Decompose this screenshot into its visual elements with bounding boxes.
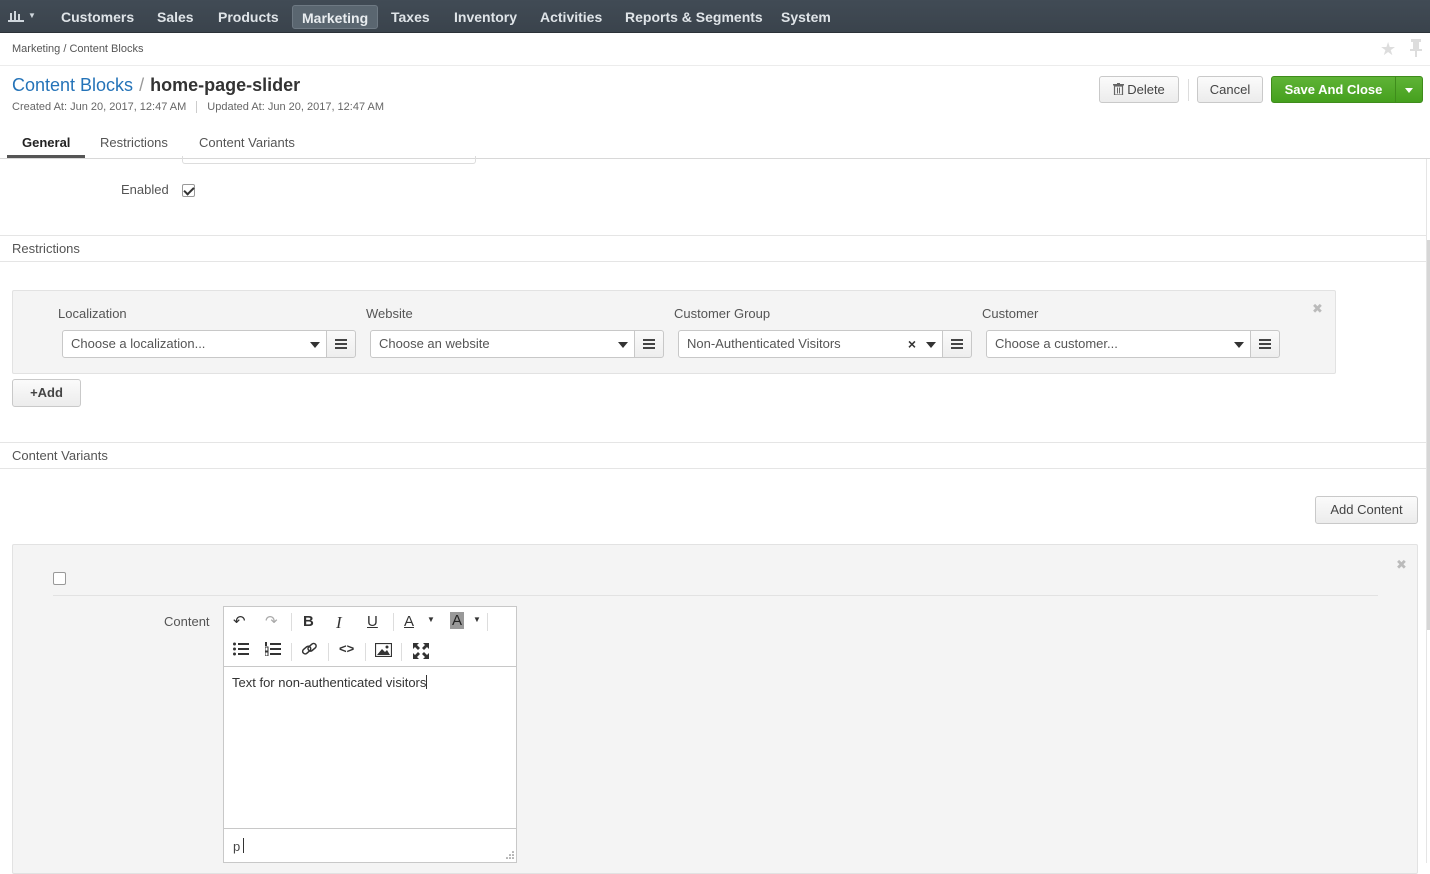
nav-taxes[interactable]: Taxes: [382, 5, 439, 29]
active-tab-indicator: [7, 155, 85, 158]
created-at: Created At: Jun 20, 2017, 12:47 AM: [12, 101, 187, 113]
updated-at: Updated At: Jun 20, 2017, 12:47 AM: [207, 101, 385, 113]
remove-variant-icon[interactable]: ✖: [1396, 557, 1407, 573]
content-label: Content: [164, 614, 210, 629]
nav-customers[interactable]: Customers: [52, 5, 143, 29]
add-label: Add: [37, 385, 63, 400]
delete-label: Delete: [1127, 82, 1165, 97]
nav-reports-segments[interactable]: Reports & Segments: [616, 5, 772, 29]
save-options-toggle[interactable]: [1395, 76, 1423, 103]
customer-group-select[interactable]: Non-Authenticated Visitors ×: [678, 330, 943, 358]
bar-chart-icon: [8, 11, 24, 22]
save-and-close-button[interactable]: Save And Close: [1271, 76, 1396, 103]
parent-link[interactable]: Content Blocks: [12, 75, 133, 95]
bold-icon[interactable]: B: [303, 613, 314, 630]
nav-system[interactable]: System: [772, 5, 840, 29]
plus-icon: +: [30, 385, 38, 400]
section-tabs: General Restrictions Content Variants: [0, 128, 1430, 159]
caret-down-icon[interactable]: ▼: [473, 615, 481, 624]
localization-label: Localization: [58, 306, 127, 321]
restrictions-section-header: Restrictions: [0, 235, 1426, 262]
star-icon[interactable]: ★: [1380, 39, 1396, 60]
title-separator: /: [139, 75, 145, 95]
editor-statusbar: p: [224, 828, 516, 862]
nav-products[interactable]: Products: [209, 5, 288, 29]
top-navigation: ▼ Customers Sales Products Marketing Tax…: [0, 0, 1430, 33]
nav-inventory[interactable]: Inventory: [445, 5, 526, 29]
caret-down-icon: [1405, 88, 1413, 94]
text-cursor: [426, 675, 428, 689]
editor-content[interactable]: Text for non-authenticated visitors: [232, 675, 428, 690]
caret-down-icon[interactable]: ▼: [427, 615, 435, 624]
statusbar-cursor: [243, 838, 244, 853]
clear-selection-icon[interactable]: ×: [908, 331, 916, 357]
add-content-button[interactable]: Add Content: [1315, 496, 1418, 524]
trash-icon: [1113, 83, 1125, 96]
record-meta: Created At: Jun 20, 2017, 12:47 AM Update…: [12, 101, 385, 114]
caret-down-icon: [1234, 342, 1244, 348]
page-header: Content Blocks / home-page-slider Created …: [0, 66, 1430, 128]
nav-sales[interactable]: Sales: [148, 5, 203, 29]
customer-group-list-button[interactable]: [942, 330, 972, 358]
customer-group-value: Non-Authenticated Visitors: [687, 336, 841, 351]
page-title: Content Blocks / home-page-slider: [12, 75, 300, 96]
localization-list-button[interactable]: [326, 330, 356, 358]
nav-marketing[interactable]: Marketing: [292, 5, 379, 29]
italic-icon[interactable]: I: [336, 613, 342, 633]
enabled-checkbox[interactable]: [182, 184, 195, 197]
add-restriction-button[interactable]: +Add: [12, 379, 81, 407]
website-label: Website: [366, 306, 413, 321]
editor-toolbar: ↶ ↷ B I U A ▼ A ▼ <>: [224, 607, 516, 667]
link-icon[interactable]: [301, 642, 318, 661]
breadcrumb-bar: Marketing / Content Blocks ★: [0, 33, 1430, 66]
bullet-list-icon[interactable]: [233, 642, 249, 658]
caret-down-icon: [926, 342, 936, 348]
page-actions: ★: [1380, 39, 1430, 59]
caret-down-icon: [618, 342, 628, 348]
underline-icon[interactable]: U: [367, 613, 378, 630]
numbered-list-icon[interactable]: [264, 642, 281, 660]
resize-handle-icon[interactable]: [505, 851, 514, 860]
undo-icon[interactable]: ↶: [233, 612, 246, 630]
content-editor: ↶ ↷ B I U A ▼ A ▼ <> Text for non-authen…: [223, 606, 517, 863]
website-select[interactable]: Choose an website: [370, 330, 635, 358]
default-variant-checkbox[interactable]: [53, 572, 66, 585]
fullscreen-icon[interactable]: [413, 643, 429, 663]
website-value: Choose an website: [379, 336, 490, 351]
localization-value: Choose a localization...: [71, 336, 206, 351]
customer-select[interactable]: Choose a customer...: [986, 330, 1251, 358]
tab-general[interactable]: General: [22, 135, 70, 150]
element-path: p: [233, 839, 241, 854]
cancel-button[interactable]: Cancel: [1197, 76, 1263, 103]
background-color-icon[interactable]: A: [450, 612, 465, 629]
customer-value: Choose a customer...: [995, 336, 1118, 351]
delete-button[interactable]: Delete: [1099, 76, 1179, 103]
enabled-label: Enabled: [121, 182, 169, 197]
customer-list-button[interactable]: [1250, 330, 1280, 358]
text-color-icon[interactable]: A: [404, 613, 414, 630]
customer-label: Customer: [982, 306, 1039, 321]
content-variants-section-header: Content Variants: [0, 442, 1426, 469]
remove-restriction-icon[interactable]: ✖: [1312, 301, 1323, 317]
caret-down-icon: ▼: [28, 11, 36, 20]
pin-icon[interactable]: [1410, 39, 1422, 62]
caret-down-icon: [310, 342, 320, 348]
tab-content-variants[interactable]: Content Variants: [199, 135, 295, 150]
localization-select[interactable]: Choose a localization...: [62, 330, 327, 358]
code-icon[interactable]: <>: [339, 641, 354, 656]
scrolled-field: [182, 156, 476, 164]
redo-icon[interactable]: ↷: [265, 612, 278, 630]
record-title: home-page-slider: [150, 75, 301, 95]
tab-restrictions[interactable]: Restrictions: [100, 135, 168, 150]
dashboard-menu-button[interactable]: ▼: [6, 7, 40, 27]
image-icon[interactable]: [374, 642, 393, 661]
customer-group-label: Customer Group: [674, 306, 771, 321]
nav-activities[interactable]: Activities: [531, 5, 611, 29]
website-list-button[interactable]: [634, 330, 664, 358]
breadcrumb: Marketing / Content Blocks: [12, 43, 144, 55]
editor-text: Text for non-authenticated visitors: [232, 675, 427, 690]
